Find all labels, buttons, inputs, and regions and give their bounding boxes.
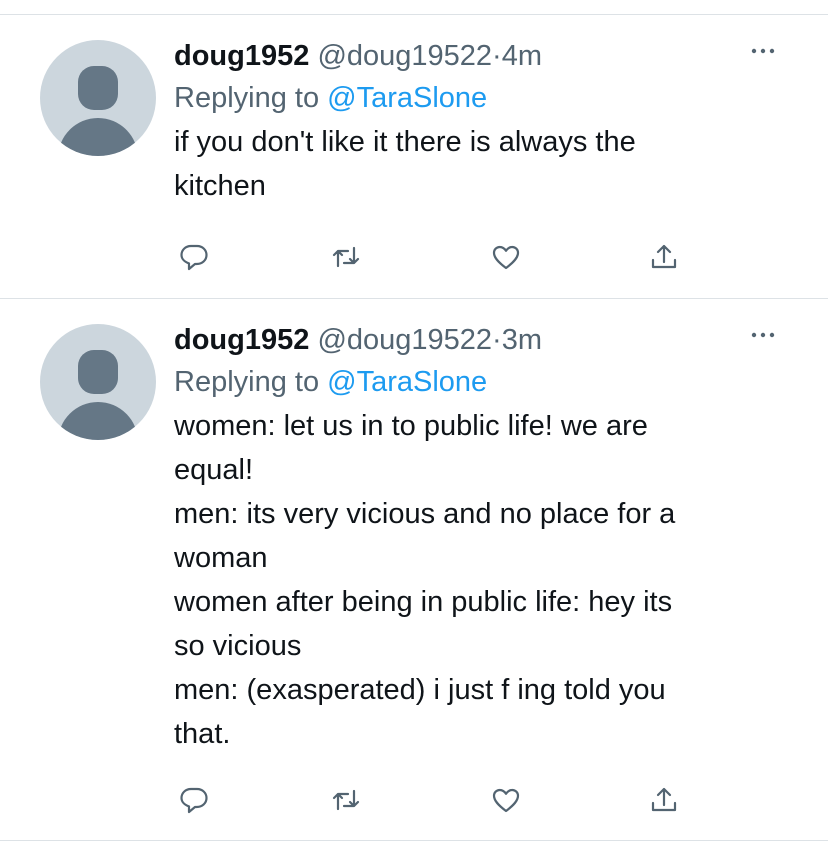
tweet-header: doug1952 @doug19522·3m <box>174 320 788 360</box>
tweet-text: if you don't like it there is always the… <box>174 126 636 202</box>
reply-mention-link[interactable]: @TaraSlone <box>327 82 487 114</box>
avatar[interactable] <box>40 324 156 440</box>
tweet-actions <box>174 237 694 277</box>
tweet[interactable]: doug1952 @doug19522·3m Replying to @Tara… <box>0 299 828 839</box>
user-handle[interactable]: @doug19522 <box>317 324 492 356</box>
reply-prefix: Replying to <box>174 366 320 398</box>
avatar-shoulders <box>58 118 138 156</box>
avatar[interactable] <box>40 40 156 156</box>
retweet-icon[interactable] <box>326 237 366 277</box>
display-name[interactable]: doug1952 <box>174 40 309 72</box>
avatar-head <box>78 66 118 110</box>
divider <box>0 840 828 841</box>
tweet-timeline: doug1952 @doug19522·4m Replying to @Tara… <box>0 0 828 844</box>
tweet-text: women: let us in to public life! we are … <box>174 410 676 750</box>
timestamp[interactable]: 4m <box>502 40 542 72</box>
display-name[interactable]: doug1952 <box>174 324 309 356</box>
tweet-header: doug1952 @doug19522·4m <box>174 36 788 76</box>
avatar-shoulders <box>58 402 138 440</box>
separator-dot: · <box>492 324 502 356</box>
reply-mention-link[interactable]: @TaraSlone <box>327 366 487 398</box>
tweet-body: doug1952 @doug19522·3m Replying to @Tara… <box>174 320 788 756</box>
reply-icon[interactable] <box>174 780 214 820</box>
retweet-icon[interactable] <box>326 780 366 820</box>
heart-icon[interactable] <box>486 780 526 820</box>
reply-context: Replying to @TaraSlone <box>174 360 788 404</box>
more-horizontal-icon[interactable] <box>748 320 778 350</box>
tweet[interactable]: doug1952 @doug19522·4m Replying to @Tara… <box>0 15 828 298</box>
avatar-head <box>78 350 118 394</box>
separator-dot: · <box>492 40 502 72</box>
more-horizontal-icon[interactable] <box>748 36 778 66</box>
share-icon[interactable] <box>644 780 684 820</box>
reply-context: Replying to @TaraSlone <box>174 76 788 120</box>
user-handle[interactable]: @doug19522 <box>317 40 492 72</box>
tweet-actions <box>174 780 694 820</box>
reply-icon[interactable] <box>174 237 214 277</box>
timestamp[interactable]: 3m <box>502 324 542 356</box>
reply-prefix: Replying to <box>174 82 320 114</box>
tweet-body: doug1952 @doug19522·4m Replying to @Tara… <box>174 36 788 208</box>
share-icon[interactable] <box>644 237 684 277</box>
heart-icon[interactable] <box>486 237 526 277</box>
